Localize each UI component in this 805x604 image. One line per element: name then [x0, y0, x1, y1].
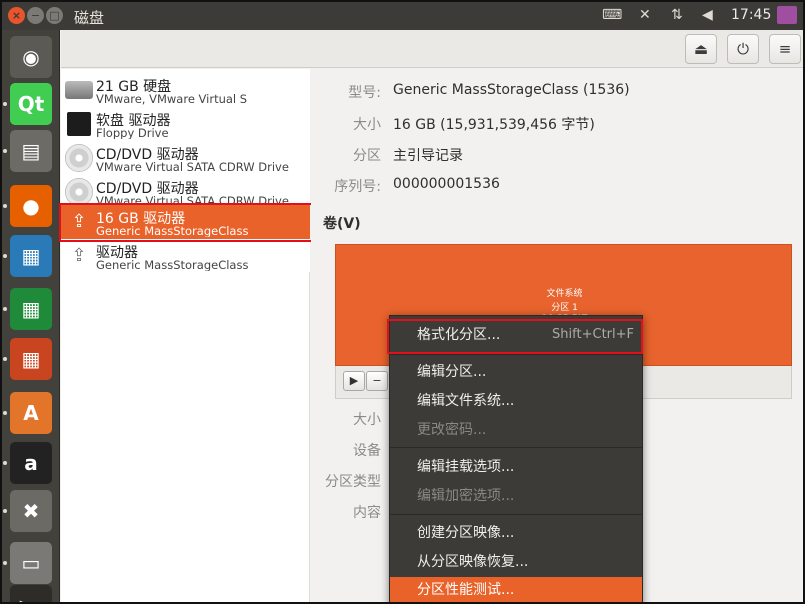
- clock[interactable]: 17:45: [731, 7, 771, 23]
- hard-disk-icon: [65, 81, 93, 99]
- menu-item-restore-partition-image[interactable]: 从分区映像恢复...: [390, 549, 642, 575]
- minimize-window-button[interactable]: −: [27, 7, 44, 24]
- remove-partition-button[interactable]: −: [366, 371, 388, 391]
- serial-label: 序列号:: [334, 179, 381, 195]
- launcher-ubuntu-dash-icon[interactable]: ◉: [10, 36, 52, 78]
- launcher-files-icon[interactable]: ▤: [10, 130, 52, 172]
- device-item-usb-drive[interactable]: ⇪ 驱动器 Generic MassStorageClass: [61, 239, 310, 273]
- launcher-amazon-icon[interactable]: a: [10, 442, 52, 484]
- close-window-button[interactable]: ×: [8, 7, 25, 24]
- power-off-button[interactable]: ⏻: [727, 34, 759, 64]
- device-subtitle: Floppy Drive: [96, 127, 169, 139]
- launcher-calc-icon[interactable]: ▦: [10, 288, 52, 330]
- volume-icon[interactable]: ◀: [702, 7, 713, 23]
- disks-headerbar: ⏏ ⏻ ≡: [61, 30, 803, 68]
- menu-item-edit-partition[interactable]: 编辑分区...: [390, 359, 642, 385]
- launcher: ◉ Qt ▤ ● ▦ ▦ ▦ Aa ✖ ▭>_: [2, 30, 60, 602]
- launcher-firefox-icon[interactable]: ●: [10, 185, 52, 227]
- selection-highlight-box: [59, 203, 317, 242]
- launcher-running-indicator: [3, 411, 7, 415]
- launcher-running-indicator: [3, 204, 7, 208]
- model-label: 型号:: [348, 85, 381, 101]
- launcher-running-indicator: [3, 509, 7, 513]
- vol-device-label: 设备: [353, 443, 381, 459]
- device-item-cdrom-1[interactable]: CD/DVD 驱动器 VMware Virtual SATA CDRW Driv…: [61, 141, 310, 175]
- top-panel: × − □ 磁盘 ⌨ ✕ ⇅ ◀ 17:45: [2, 2, 803, 30]
- menu-separator: [390, 447, 642, 448]
- menu-item-create-partition-image[interactable]: 创建分区映像...: [390, 520, 642, 546]
- launcher-settings-icon[interactable]: ✖: [10, 490, 52, 532]
- menu-item-edit-mount-options[interactable]: 编辑挂载选项...: [390, 454, 642, 480]
- keyboard-icon[interactable]: ⌨: [602, 7, 622, 23]
- device-subtitle: VMware, VMware Virtual S: [96, 93, 248, 105]
- optical-disc-icon: [65, 144, 93, 172]
- menu-item-change-passphrase: 更改密码...: [417, 422, 487, 438]
- sort-icon[interactable]: ⇅: [671, 7, 683, 23]
- launcher-running-indicator: [3, 461, 7, 465]
- vol-partition-type-label: 分区类型: [325, 474, 381, 490]
- partition-context-menu: 格式化分区... Shift+Ctrl+F 编辑分区... 编辑文件系统... …: [389, 315, 643, 602]
- menu-item-edit-encryption-options: 编辑加密选项...: [417, 488, 515, 504]
- size-label: 大小: [353, 117, 381, 133]
- device-list-empty-area: [61, 272, 310, 602]
- menu-separator: [390, 354, 642, 355]
- network-icon[interactable]: ✕: [639, 7, 651, 23]
- floppy-icon: [67, 112, 91, 136]
- menu-item-edit-filesystem[interactable]: 编辑文件系统...: [390, 388, 642, 414]
- eject-icon: ⏏: [693, 40, 709, 58]
- launcher-running-indicator: [3, 254, 7, 258]
- device-item-floppy[interactable]: 软盘 驱动器 Floppy Drive: [61, 107, 310, 141]
- window-title: 磁盘: [74, 9, 105, 27]
- launcher-running-indicator: [3, 561, 7, 565]
- menu-highlight-box: [387, 319, 643, 354]
- eject-button[interactable]: ⏏: [685, 34, 717, 64]
- launcher-running-indicator: [3, 149, 7, 153]
- serial-value: 000000001536: [393, 176, 500, 192]
- menu-icon: ≡: [778, 40, 792, 58]
- session-icon[interactable]: [777, 6, 797, 24]
- device-item-hdd[interactable]: 21 GB 硬盘 VMware, VMware Virtual S: [61, 73, 310, 107]
- launcher-running-indicator: [3, 357, 7, 361]
- device-subtitle: VMware Virtual SATA CDRW Drive: [96, 161, 289, 173]
- power-icon: ⏻: [737, 40, 749, 58]
- launcher-running-indicator: [3, 102, 7, 106]
- launcher-impress-icon[interactable]: ▦: [10, 338, 52, 380]
- volume-partition-label: 分区 1: [551, 303, 578, 313]
- menu-item-benchmark-partition[interactable]: 分区性能测试...: [390, 577, 642, 602]
- menu-separator: [390, 514, 642, 515]
- screen: × − □ 磁盘 ⌨ ✕ ⇅ ◀ 17:45 ◉ Qt ▤ ● ▦ ▦ ▦ Aa ✖ ▭>_ ⏏ …: [0, 0, 805, 604]
- volumes-heading: 卷(V): [323, 216, 361, 232]
- device-subtitle: Generic MassStorageClass: [96, 259, 249, 271]
- model-value: Generic MassStorageClass (1536): [393, 82, 630, 98]
- app-menu-button[interactable]: ≡: [769, 34, 801, 64]
- volume-filesystem-label: 文件系统: [546, 289, 583, 299]
- launcher-qt-creator-icon[interactable]: Qt: [10, 83, 52, 125]
- usb-drive-icon: ⇪: [71, 245, 87, 266]
- launcher-running-indicator: [3, 307, 7, 311]
- mount-play-button[interactable]: ▶: [343, 371, 365, 391]
- launcher-writer-icon[interactable]: ▦: [10, 235, 52, 277]
- vol-size-label: 大小: [353, 412, 381, 428]
- partitioning-value: 主引导记录: [393, 148, 463, 164]
- launcher-software-center-icon[interactable]: A: [10, 392, 52, 434]
- vol-contents-label: 内容: [353, 505, 381, 521]
- optical-disc-icon: [65, 178, 93, 206]
- launcher-terminal-icon[interactable]: >_: [10, 585, 52, 602]
- partitioning-label: 分区: [353, 148, 381, 164]
- maximize-window-button[interactable]: □: [46, 7, 63, 24]
- size-value: 16 GB (15,931,539,456 字节): [393, 117, 595, 133]
- launcher-disks-icon[interactable]: ▭: [10, 542, 52, 584]
